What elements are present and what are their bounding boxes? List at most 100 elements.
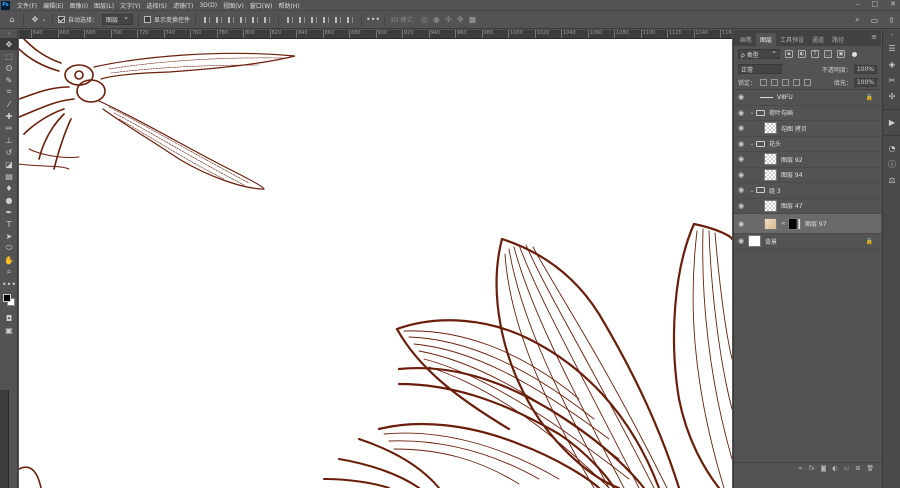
visibility-eye-icon[interactable]: ◉ <box>734 220 748 228</box>
add-mask-icon[interactable]: ◙ <box>821 465 827 472</box>
menu-help[interactable]: 帮助(H) <box>276 1 303 10</box>
history-brush-tool-icon[interactable]: ↺ <box>0 146 18 158</box>
photoshop-logo-icon[interactable]: Ps <box>1 0 10 10</box>
new-layer-icon[interactable]: ⊞ <box>855 465 860 472</box>
3d-scale-icon[interactable]: ■ <box>466 14 478 26</box>
group-expand-icon[interactable]: ⌄ <box>748 140 756 147</box>
mask-link-icon[interactable]: ∞ <box>781 220 786 227</box>
crop-tool-icon[interactable]: ⌗ <box>0 86 18 98</box>
distribute-right-icon[interactable] <box>345 15 355 25</box>
align-right-icon[interactable] <box>226 15 236 25</box>
filter-type-icon[interactable]: T <box>811 50 819 58</box>
layers-panel-icon[interactable]: ◈ <box>883 56 900 72</box>
adjustments-icon[interactable]: ✣ <box>883 88 900 104</box>
lock-image-icon[interactable] <box>771 79 779 86</box>
tab-paths[interactable]: 路径 <box>828 33 848 46</box>
link-layers-icon[interactable]: ∞ <box>798 465 803 472</box>
pen-tool-icon[interactable]: ✒ <box>0 206 18 218</box>
align-bottom-icon[interactable] <box>262 15 272 25</box>
layer-row[interactable]: ◉ 图层 47 <box>734 199 881 214</box>
healing-brush-tool-icon[interactable]: ✚ <box>0 110 18 122</box>
home-icon[interactable]: ⌂ <box>6 14 18 26</box>
menu-image[interactable]: 图像(I) <box>67 1 91 10</box>
distribute-left-icon[interactable] <box>321 15 331 25</box>
filter-pixel-icon[interactable]: ▪ <box>785 50 793 58</box>
edit-toolbar-icon[interactable]: ••• <box>0 278 18 290</box>
distribute-bottom-icon[interactable] <box>309 15 319 25</box>
zoom-tool-icon[interactable]: ⌕ <box>0 266 18 278</box>
collapse-icon[interactable]: « <box>883 30 900 40</box>
actions-play-icon[interactable]: ▶ <box>883 114 900 130</box>
menu-type[interactable]: 文字(Y) <box>117 1 143 10</box>
shape-tool-icon[interactable]: ⬭ <box>0 242 18 254</box>
move-tool-icon[interactable]: ✥ <box>29 14 41 26</box>
panel-menu-icon[interactable]: ≡ <box>871 33 877 41</box>
more-options-icon[interactable]: ••• <box>366 14 380 26</box>
menu-layer[interactable]: 图层(L) <box>91 1 117 10</box>
visibility-eye-icon[interactable]: ◉ <box>734 124 748 132</box>
3d-orbit-icon[interactable]: ◎ <box>418 14 430 26</box>
search-icon[interactable]: ⌕ <box>851 14 864 26</box>
layer-row[interactable]: ◉ 勾图 拷贝 <box>734 121 881 137</box>
layer-row-selected[interactable]: ◉ ∞ 图层 97 <box>734 214 881 234</box>
visibility-eye-icon[interactable]: ◉ <box>734 155 748 163</box>
tab-tool-presets[interactable]: 工具预设 <box>776 33 808 46</box>
delete-layer-icon[interactable]: 🗑 <box>866 465 874 472</box>
menu-edit[interactable]: 编辑(E) <box>40 1 66 10</box>
show-transform-checkbox[interactable] <box>144 16 152 23</box>
visibility-eye-icon[interactable]: ◉ <box>734 202 748 210</box>
menu-view[interactable]: 视图(V) <box>220 1 247 10</box>
tool-preset-chevron-icon[interactable]: ⌄ <box>41 14 47 26</box>
foreground-color-swatch[interactable] <box>3 294 11 302</box>
align-top-icon[interactable] <box>238 15 248 25</box>
fill-input[interactable]: 100% <box>853 78 877 87</box>
minimize-icon[interactable]: – <box>856 0 860 8</box>
lock-position-icon[interactable] <box>782 79 790 86</box>
layer-style-icon[interactable]: fx <box>809 465 815 472</box>
visibility-eye-icon[interactable]: ◉ <box>734 93 748 101</box>
lasso-tool-icon[interactable]: ʘ <box>0 62 18 74</box>
tab-channels[interactable]: 通道 <box>808 33 828 46</box>
visibility-eye-icon[interactable]: ◉ <box>734 186 748 194</box>
align-center-icon[interactable] <box>214 15 224 25</box>
screen-mode-icon[interactable]: ▣ <box>0 324 18 336</box>
lock-all-icon[interactable] <box>804 79 812 86</box>
opacity-input[interactable]: 100% <box>853 64 877 74</box>
layer-row[interactable]: ◉ V8FU 🔒 <box>734 90 881 106</box>
marquee-tool-icon[interactable]: ⬚ <box>0 50 18 62</box>
3d-pan-icon[interactable]: ✣ <box>442 14 454 26</box>
collapse-icon[interactable]: » <box>0 30 18 38</box>
visibility-eye-icon[interactable]: ◉ <box>734 140 748 148</box>
group-expand-icon[interactable]: ⌄ <box>748 187 756 194</box>
tab-layers[interactable]: 图层 <box>756 33 777 46</box>
eyedropper-tool-icon[interactable]: ⁄ <box>0 98 18 110</box>
menu-3d[interactable]: 3D(D) <box>196 2 220 9</box>
path-select-tool-icon[interactable]: ➤ <box>0 230 18 242</box>
type-tool-icon[interactable]: T <box>0 218 18 230</box>
layer-group-row[interactable]: ◉ ⌄ 组 3 <box>734 183 881 199</box>
workspace-icon[interactable]: ▭ <box>868 14 881 26</box>
auto-select-target-select[interactable]: 图层 <box>102 13 134 25</box>
brush-settings-icon[interactable]: ✂ <box>883 72 900 88</box>
gradient-tool-icon[interactable]: ▤ <box>0 170 18 182</box>
layer-row[interactable]: ◉ 图层 92 <box>734 152 881 168</box>
3d-roll-icon[interactable]: ◉ <box>430 14 442 26</box>
menu-window[interactable]: 窗口(W) <box>247 1 276 10</box>
color-swatches[interactable] <box>0 290 18 312</box>
menu-select[interactable]: 选择(S) <box>143 1 170 10</box>
blend-mode-select[interactable]: 正常 <box>738 64 782 74</box>
brush-tool-icon[interactable]: ✏ <box>0 122 18 134</box>
visibility-eye-icon[interactable]: ◉ <box>734 109 748 117</box>
quick-select-tool-icon[interactable]: ✎ <box>0 74 18 86</box>
blur-tool-icon[interactable]: ♦ <box>0 182 18 194</box>
layer-row[interactable]: ◉ 图层 94 <box>734 168 881 183</box>
align-left-icon[interactable] <box>202 15 212 25</box>
menu-file[interactable]: 文件(F) <box>14 1 40 10</box>
properties-panel-icon[interactable]: ☰ <box>883 40 900 56</box>
filter-smart-object-icon[interactable]: ▣ <box>837 50 845 58</box>
quick-mask-icon[interactable]: ◘ <box>0 312 18 324</box>
group-expand-icon[interactable]: ⌄ <box>748 109 756 116</box>
document-canvas[interactable] <box>19 39 732 488</box>
align-middle-icon[interactable] <box>250 15 260 25</box>
new-group-icon[interactable]: ▭ <box>844 465 850 472</box>
